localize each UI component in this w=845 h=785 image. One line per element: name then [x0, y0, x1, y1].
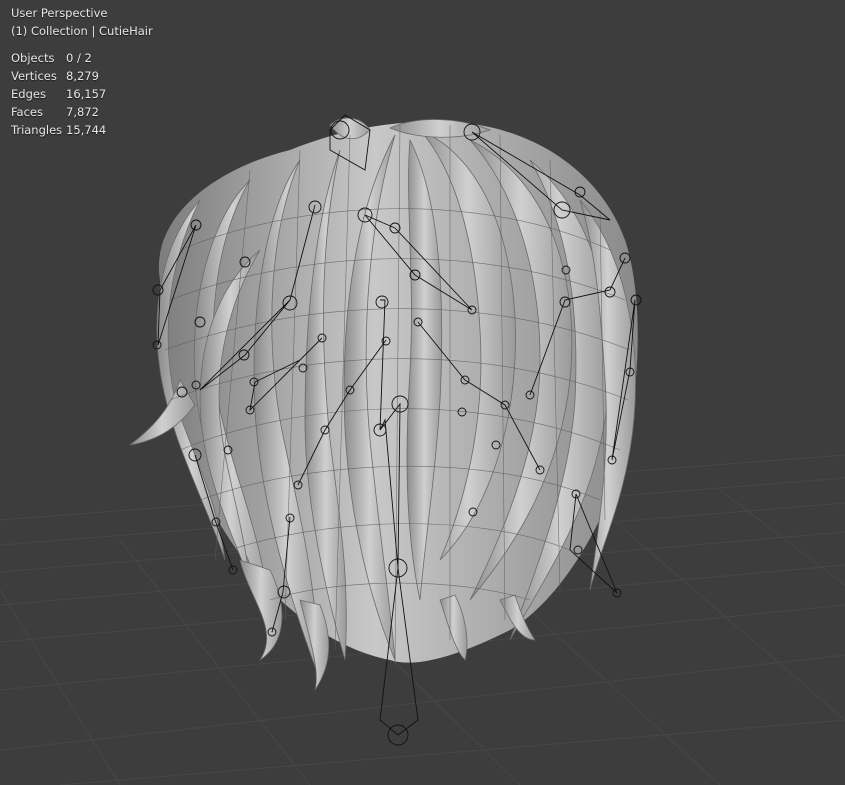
stat-label: Triangles	[11, 123, 63, 137]
stat-value: 0 / 2	[66, 51, 92, 65]
hair-mesh[interactable]	[129, 114, 642, 746]
view-name: User Perspective	[11, 6, 108, 20]
viewport-header-text: User Perspective (1) Collection | CutieH…	[11, 4, 153, 40]
stat-row-faces: Faces 7,872	[11, 103, 106, 121]
3d-viewport[interactable]: User Perspective (1) Collection | CutieH…	[0, 0, 845, 785]
stat-label: Faces	[11, 105, 43, 119]
stat-label: Objects	[11, 51, 55, 65]
collection-line: (1) Collection | CutieHair	[11, 24, 153, 38]
stat-row-objects: Objects 0 / 2	[11, 49, 106, 67]
stat-value: 8,279	[66, 69, 99, 83]
stat-value: 16,157	[66, 87, 107, 101]
stat-row-triangles: Triangles 15,744	[11, 121, 106, 139]
scene-statistics: Objects 0 / 2 Vertices 8,279 Edges 16,15…	[11, 49, 106, 139]
stat-value: 7,872	[66, 105, 99, 119]
viewport-canvas[interactable]	[0, 0, 845, 785]
stat-label: Edges	[11, 87, 46, 101]
stat-row-edges: Edges 16,157	[11, 85, 106, 103]
stat-row-vertices: Vertices 8,279	[11, 67, 106, 85]
stat-label: Vertices	[11, 69, 57, 83]
stat-value: 15,744	[66, 123, 107, 137]
